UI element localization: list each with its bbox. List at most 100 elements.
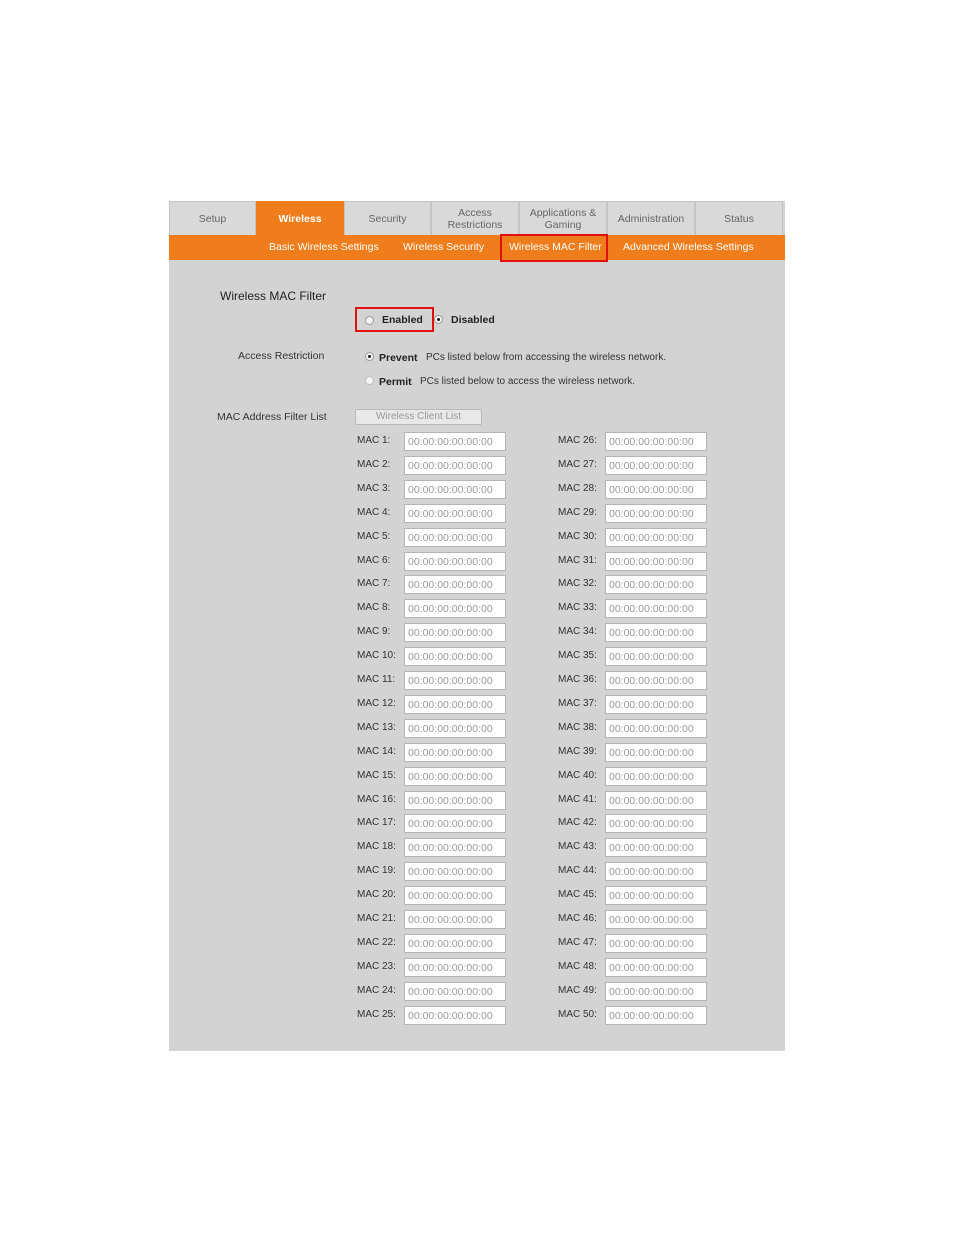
permit-radio[interactable] — [365, 376, 374, 385]
tab-applications-gaming[interactable]: Applications & Gaming — [519, 201, 607, 235]
mac-address-input[interactable] — [404, 982, 506, 1001]
mac-label: MAC 7: — [357, 578, 391, 589]
mac-address-input[interactable] — [404, 910, 506, 929]
mac-address-input[interactable] — [404, 958, 506, 977]
mac-address-input[interactable] — [605, 1006, 707, 1025]
mac-label: MAC 28: — [558, 483, 597, 494]
subnav-wireless-mac-filter[interactable]: Wireless MAC Filter — [509, 235, 602, 260]
mac-address-input[interactable] — [605, 456, 707, 475]
mac-label: MAC 1: — [357, 435, 391, 446]
mac-address-input[interactable] — [404, 552, 506, 571]
mac-label: MAC 29: — [558, 507, 597, 518]
mac-address-input[interactable] — [404, 791, 506, 810]
mac-label: MAC 46: — [558, 913, 597, 924]
mac-address-input[interactable] — [605, 838, 707, 857]
mac-label: MAC 45: — [558, 889, 597, 900]
disabled-radio[interactable] — [434, 315, 443, 324]
mac-label: MAC 3: — [357, 483, 391, 494]
mac-label: MAC 34: — [558, 626, 597, 637]
mac-address-input[interactable] — [404, 647, 506, 666]
mac-address-input[interactable] — [605, 480, 707, 499]
mac-label: MAC 9: — [357, 626, 391, 637]
mac-label: MAC 8: — [357, 602, 391, 613]
mac-address-input[interactable] — [404, 695, 506, 714]
mac-address-input[interactable] — [404, 886, 506, 905]
mac-label: MAC 15: — [357, 770, 396, 781]
tab-security[interactable]: Security — [344, 201, 431, 235]
enabled-label: Enabled — [382, 314, 423, 326]
mac-address-input[interactable] — [605, 886, 707, 905]
mac-address-input[interactable] — [404, 719, 506, 738]
mac-address-input[interactable] — [404, 767, 506, 786]
mac-filter-list-label: MAC Address Filter List — [217, 411, 327, 423]
mac-label: MAC 26: — [558, 435, 597, 446]
mac-label: MAC 32: — [558, 578, 597, 589]
access-restriction-label: Access Restriction — [238, 350, 325, 362]
mac-address-input[interactable] — [404, 814, 506, 833]
mac-label: MAC 37: — [558, 698, 597, 709]
tab-setup[interactable]: Setup — [169, 201, 256, 235]
mac-label: MAC 47: — [558, 937, 597, 948]
mac-address-input[interactable] — [404, 623, 506, 642]
mac-label: MAC 41: — [558, 794, 597, 805]
mac-address-input[interactable] — [404, 862, 506, 881]
mac-address-input[interactable] — [605, 791, 707, 810]
mac-label: MAC 2: — [357, 459, 391, 470]
mac-address-input[interactable] — [404, 934, 506, 953]
mac-label: MAC 42: — [558, 817, 597, 828]
mac-address-input[interactable] — [605, 575, 707, 594]
mac-label: MAC 23: — [357, 961, 396, 972]
subnav-wireless-security[interactable]: Wireless Security — [403, 235, 484, 260]
mac-address-input[interactable] — [404, 432, 506, 451]
mac-filter-title: Wireless MAC Filter — [220, 289, 327, 303]
mac-address-input[interactable] — [404, 480, 506, 499]
mac-address-input[interactable] — [404, 671, 506, 690]
mac-address-input[interactable] — [605, 862, 707, 881]
mac-address-input[interactable] — [404, 743, 506, 762]
mac-label: MAC 20: — [357, 889, 396, 900]
mac-label: MAC 40: — [558, 770, 597, 781]
mac-address-input[interactable] — [404, 838, 506, 857]
mac-address-input[interactable] — [605, 647, 707, 666]
mac-address-input[interactable] — [404, 528, 506, 547]
mac-address-input[interactable] — [605, 432, 707, 451]
enabled-radio[interactable] — [365, 316, 374, 325]
mac-address-input[interactable] — [404, 575, 506, 594]
mac-address-input[interactable] — [404, 456, 506, 475]
wireless-client-list-button[interactable]: Wireless Client List — [355, 409, 482, 425]
mac-address-input[interactable] — [605, 671, 707, 690]
mac-address-input[interactable] — [404, 504, 506, 523]
mac-address-input[interactable] — [605, 982, 707, 1001]
prevent-radio[interactable] — [365, 352, 374, 361]
tab-access-restrictions[interactable]: Access Restrictions — [431, 201, 519, 235]
mac-address-input[interactable] — [605, 623, 707, 642]
mac-label: MAC 17: — [357, 817, 396, 828]
mac-address-input[interactable] — [605, 719, 707, 738]
mac-label: MAC 50: — [558, 1009, 597, 1020]
mac-address-input[interactable] — [404, 1006, 506, 1025]
mac-address-input[interactable] — [605, 934, 707, 953]
mac-address-input[interactable] — [605, 504, 707, 523]
mac-address-input[interactable] — [605, 528, 707, 547]
mac-address-input[interactable] — [404, 599, 506, 618]
subnav-advanced-wireless-settings[interactable]: Advanced Wireless Settings — [623, 235, 754, 260]
tab-administration[interactable]: Administration — [607, 201, 695, 235]
mac-label: MAC 49: — [558, 985, 597, 996]
mac-address-input[interactable] — [605, 958, 707, 977]
mac-address-input[interactable] — [605, 814, 707, 833]
mac-label: MAC 44: — [558, 865, 597, 876]
subnav-basic-wireless-settings[interactable]: Basic Wireless Settings — [269, 235, 379, 260]
tab-wireless[interactable]: Wireless — [256, 201, 344, 235]
mac-label: MAC 14: — [357, 746, 396, 757]
mac-address-input[interactable] — [605, 599, 707, 618]
mac-label: MAC 33: — [558, 602, 597, 613]
wireless-subnav: Basic Wireless Settings Wireless Securit… — [169, 235, 785, 260]
mac-address-input[interactable] — [605, 552, 707, 571]
mac-address-input[interactable] — [605, 767, 707, 786]
mac-label: MAC 43: — [558, 841, 597, 852]
mac-address-input[interactable] — [605, 743, 707, 762]
mac-address-input[interactable] — [605, 695, 707, 714]
mac-address-input[interactable] — [605, 910, 707, 929]
tab-status[interactable]: Status — [695, 201, 783, 235]
mac-label: MAC 38: — [558, 722, 597, 733]
